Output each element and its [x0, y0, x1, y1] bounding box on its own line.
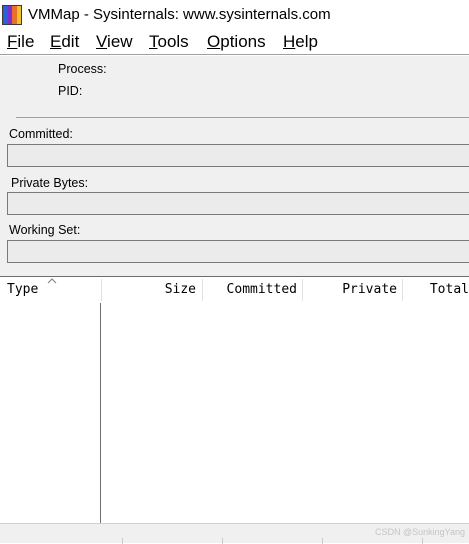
column-separator	[322, 538, 323, 544]
window-title: VMMap - Sysinternals: www.sysinternals.c…	[28, 6, 331, 23]
column-separator	[122, 538, 123, 544]
menu-view[interactable]: View	[96, 32, 133, 52]
working-set-graph	[7, 240, 469, 263]
menu-label: dit	[61, 32, 80, 51]
pid-label: PID:	[58, 84, 83, 98]
committed-label: Committed:	[9, 127, 73, 141]
title-bar: VMMap - Sysinternals: www.sysinternals.c…	[0, 0, 469, 31]
menu-accelerator: H	[283, 32, 296, 51]
column-header-label: Total	[429, 282, 469, 297]
column-separator	[222, 538, 223, 544]
menu-accelerator: V	[96, 32, 108, 51]
menu-bar: File Edit View Tools Options Help	[0, 31, 469, 55]
table-column-divider	[100, 303, 101, 523]
menu-edit[interactable]: Edit	[50, 32, 79, 52]
column-header-label: Private	[342, 282, 397, 297]
column-separator	[422, 538, 423, 544]
menu-label: ools	[157, 32, 189, 51]
process-info-panel: Process: PID: Committed: Private Bytes: …	[0, 56, 469, 276]
column-header-label: Size	[164, 282, 196, 297]
vmmap-app-icon[interactable]	[2, 5, 22, 25]
menu-accelerator: F	[7, 32, 18, 51]
menu-help[interactable]: Help	[283, 32, 318, 52]
private-bytes-label: Private Bytes:	[11, 176, 89, 190]
icon-stripe	[16, 6, 21, 24]
column-header-total[interactable]: Total	[403, 277, 469, 303]
menu-options[interactable]: Options	[207, 32, 266, 52]
menu-accelerator: O	[207, 32, 221, 51]
watermark-text: CSDN @SunkingYang	[374, 527, 465, 537]
menu-label: ile	[17, 32, 35, 51]
private-bytes-graph	[7, 192, 469, 215]
memory-type-table[interactable]: Type Size Committed Private Total	[0, 276, 469, 523]
menu-accelerator: T	[149, 32, 158, 51]
column-header-label: Type	[7, 282, 39, 297]
sort-ascending-icon	[47, 278, 57, 284]
menu-label: elp	[295, 32, 318, 51]
menu-label: ptions	[220, 32, 266, 51]
committed-graph	[7, 144, 469, 167]
panel-divider	[16, 117, 469, 118]
working-set-label: Working Set:	[9, 223, 81, 237]
column-header-label: Committed	[226, 282, 297, 297]
menu-accelerator: E	[50, 32, 62, 51]
process-label: Process:	[58, 62, 107, 76]
menu-tools[interactable]: Tools	[149, 32, 189, 52]
column-header-private[interactable]: Private	[303, 277, 403, 303]
column-header-size[interactable]: Size	[102, 277, 202, 303]
menu-label: iew	[107, 32, 133, 51]
column-header-committed[interactable]: Committed	[203, 277, 303, 303]
menu-file[interactable]: File	[7, 32, 34, 52]
